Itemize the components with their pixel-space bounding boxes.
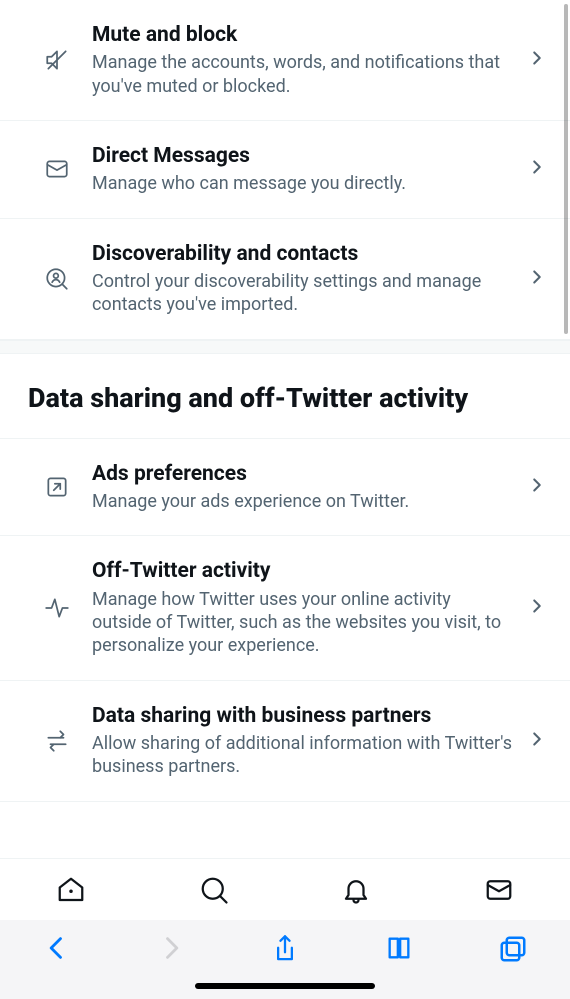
browser-share-button[interactable] xyxy=(228,934,342,966)
twitter-tabbar xyxy=(0,858,570,920)
mute-icon xyxy=(22,47,92,73)
settings-item-direct-messages[interactable]: Direct Messages Manage who can message y… xyxy=(0,121,570,219)
item-desc: Manage who can message you directly. xyxy=(92,172,514,195)
browser-back-button[interactable] xyxy=(0,934,114,962)
item-title: Off-Twitter activity xyxy=(92,558,514,585)
browser-tabs-button[interactable] xyxy=(456,934,570,964)
settings-item-data-sharing-partners[interactable]: Data sharing with business partners Allo… xyxy=(0,681,570,802)
chevron-right-icon xyxy=(526,728,548,754)
item-desc: Manage how Twitter uses your online acti… xyxy=(92,588,514,658)
tab-search[interactable] xyxy=(143,875,286,905)
item-desc: Manage your ads experience on Twitter. xyxy=(92,490,514,513)
home-indicator[interactable] xyxy=(195,983,375,989)
tab-home[interactable] xyxy=(0,875,143,905)
envelope-icon xyxy=(22,156,92,182)
activity-icon xyxy=(22,595,92,621)
scrollbar[interactable] xyxy=(564,4,568,334)
chevron-right-icon xyxy=(526,474,548,500)
item-desc: Allow sharing of additional information … xyxy=(92,732,514,779)
tab-notifications[interactable] xyxy=(285,875,428,905)
chevron-right-icon xyxy=(526,266,548,292)
section-header-data-sharing: Data sharing and off-Twitter activity xyxy=(0,354,570,438)
settings-item-discoverability[interactable]: Discoverability and contacts Control you… xyxy=(0,219,570,340)
person-search-icon xyxy=(22,266,92,292)
item-title: Mute and block xyxy=(92,22,514,49)
chevron-right-icon xyxy=(526,156,548,182)
browser-bookmarks-button[interactable] xyxy=(342,934,456,962)
chevron-right-icon xyxy=(526,595,548,621)
external-link-icon xyxy=(22,474,92,500)
settings-item-ads-preferences[interactable]: Ads preferences Manage your ads experien… xyxy=(0,438,570,537)
item-desc: Control your discoverability settings an… xyxy=(92,270,514,317)
settings-item-off-twitter-activity[interactable]: Off-Twitter activity Manage how Twitter … xyxy=(0,536,570,680)
item-title: Ads preferences xyxy=(92,461,514,488)
swap-arrows-icon xyxy=(22,728,92,754)
settings-item-mute-block[interactable]: Mute and block Manage the accounts, word… xyxy=(0,0,570,121)
settings-scroll[interactable]: Mute and block Manage the accounts, word… xyxy=(0,0,570,860)
tab-messages[interactable] xyxy=(428,875,570,905)
section-divider xyxy=(0,340,570,354)
chevron-right-icon xyxy=(526,47,548,73)
browser-forward-button xyxy=(114,934,228,962)
item-desc: Manage the accounts, words, and notifica… xyxy=(92,51,514,98)
item-title: Discoverability and contacts xyxy=(92,241,514,268)
item-title: Data sharing with business partners xyxy=(92,703,514,730)
item-title: Direct Messages xyxy=(92,143,514,170)
